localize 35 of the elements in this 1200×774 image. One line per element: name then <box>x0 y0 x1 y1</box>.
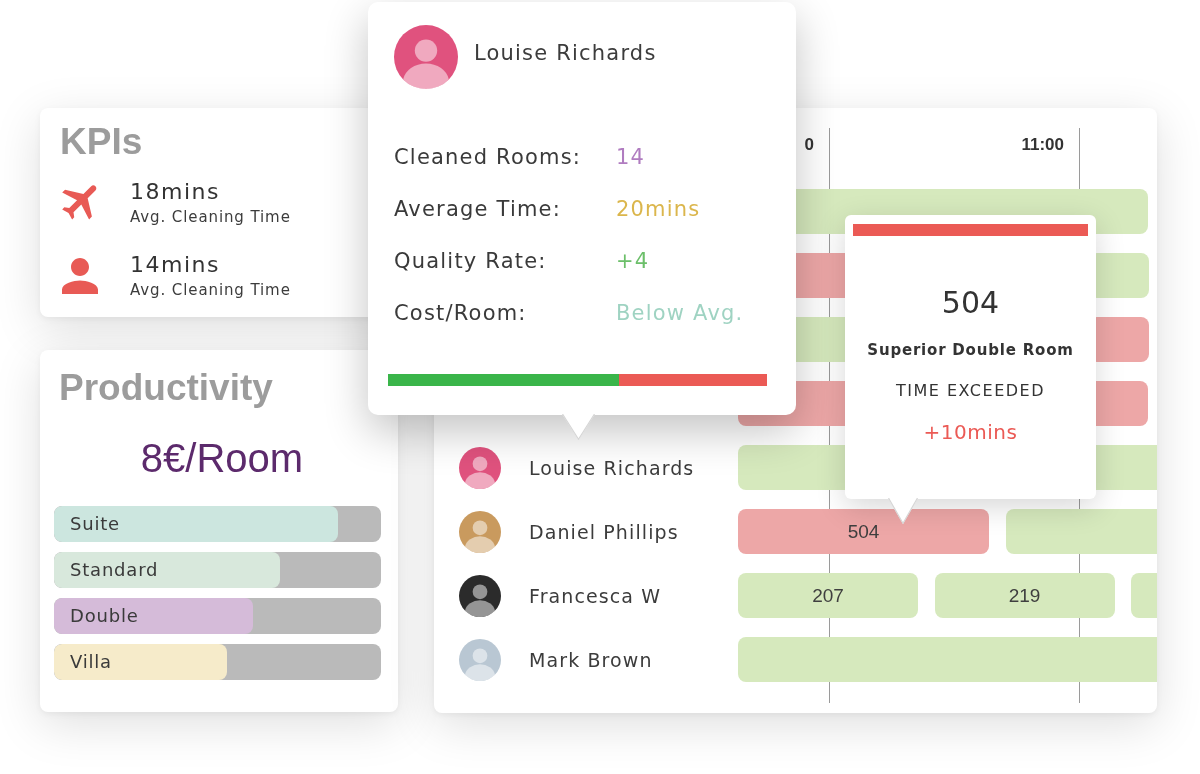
task-bar[interactable]: 219 <box>934 573 1115 618</box>
kpi-value: 18mins <box>130 178 220 206</box>
staff-name: Francesca W <box>529 584 662 608</box>
kpi-label: Avg. Cleaning Time <box>130 280 291 301</box>
status-text: TIME EXCEEDED <box>895 381 1045 401</box>
stat-value: 20mins <box>616 196 701 222</box>
rate-value: 8€/Room <box>139 435 304 482</box>
kpi-label: Avg. Cleaning Time <box>130 207 291 228</box>
category-label: Villa <box>69 651 112 673</box>
category-label: Standard <box>69 559 159 581</box>
stat-value: +4 <box>616 248 650 274</box>
stat-value: 14 <box>616 144 646 170</box>
staff-name: Mark Brown <box>529 648 653 672</box>
card-title: Productivity <box>59 366 273 410</box>
category-label: Suite <box>69 513 120 535</box>
task-bar[interactable]: 207 <box>738 573 918 618</box>
room-number: 504 <box>941 285 1000 321</box>
staff-name: Louise Richards <box>529 456 695 480</box>
person-icon <box>62 258 98 294</box>
card-title: KPIs <box>60 120 143 164</box>
stat-label: Cost/Room: <box>394 300 527 326</box>
staff-name: Daniel Phillips <box>529 520 679 544</box>
stat-label: Cleaned Rooms: <box>394 144 582 170</box>
delay-value: +10mins <box>923 419 1018 445</box>
staff-name: Louise Richards <box>474 40 657 66</box>
stat-value: Below Avg. <box>616 300 744 326</box>
stat-label: Average Time: <box>394 196 561 222</box>
stat-label: Quality Rate: <box>394 248 547 274</box>
time-label: 11:00 <box>1021 134 1064 156</box>
room-type: Superior Double Room <box>867 340 1074 360</box>
time-label: 0 <box>804 134 814 156</box>
kpi-value: 14mins <box>130 251 220 279</box>
airplane-icon <box>62 185 98 221</box>
category-label: Double <box>69 605 139 627</box>
task-bar[interactable]: 504 <box>738 509 989 554</box>
